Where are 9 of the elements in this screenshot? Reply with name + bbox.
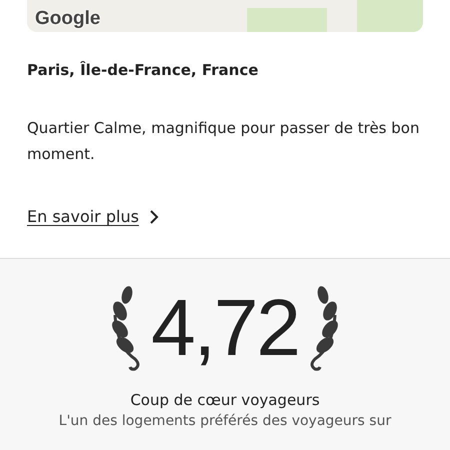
badge-title: Coup de cœur voyageurs	[130, 391, 320, 409]
location-text: Paris, Île-de-France, France	[27, 61, 260, 79]
badge-subtitle: L'un des logements préférés des voyageurs sur	[58, 413, 392, 429]
description-text: Quartier Calme, magnifique pour passer de très bon moment.	[27, 118, 420, 165]
map[interactable]: Google	[27, 0, 423, 32]
map-logo: Google	[35, 9, 100, 28]
rating-value: 4,72	[151, 288, 299, 368]
chevron-right-icon	[148, 210, 159, 224]
learn-more-link[interactable]: En savoir plus	[27, 207, 159, 226]
